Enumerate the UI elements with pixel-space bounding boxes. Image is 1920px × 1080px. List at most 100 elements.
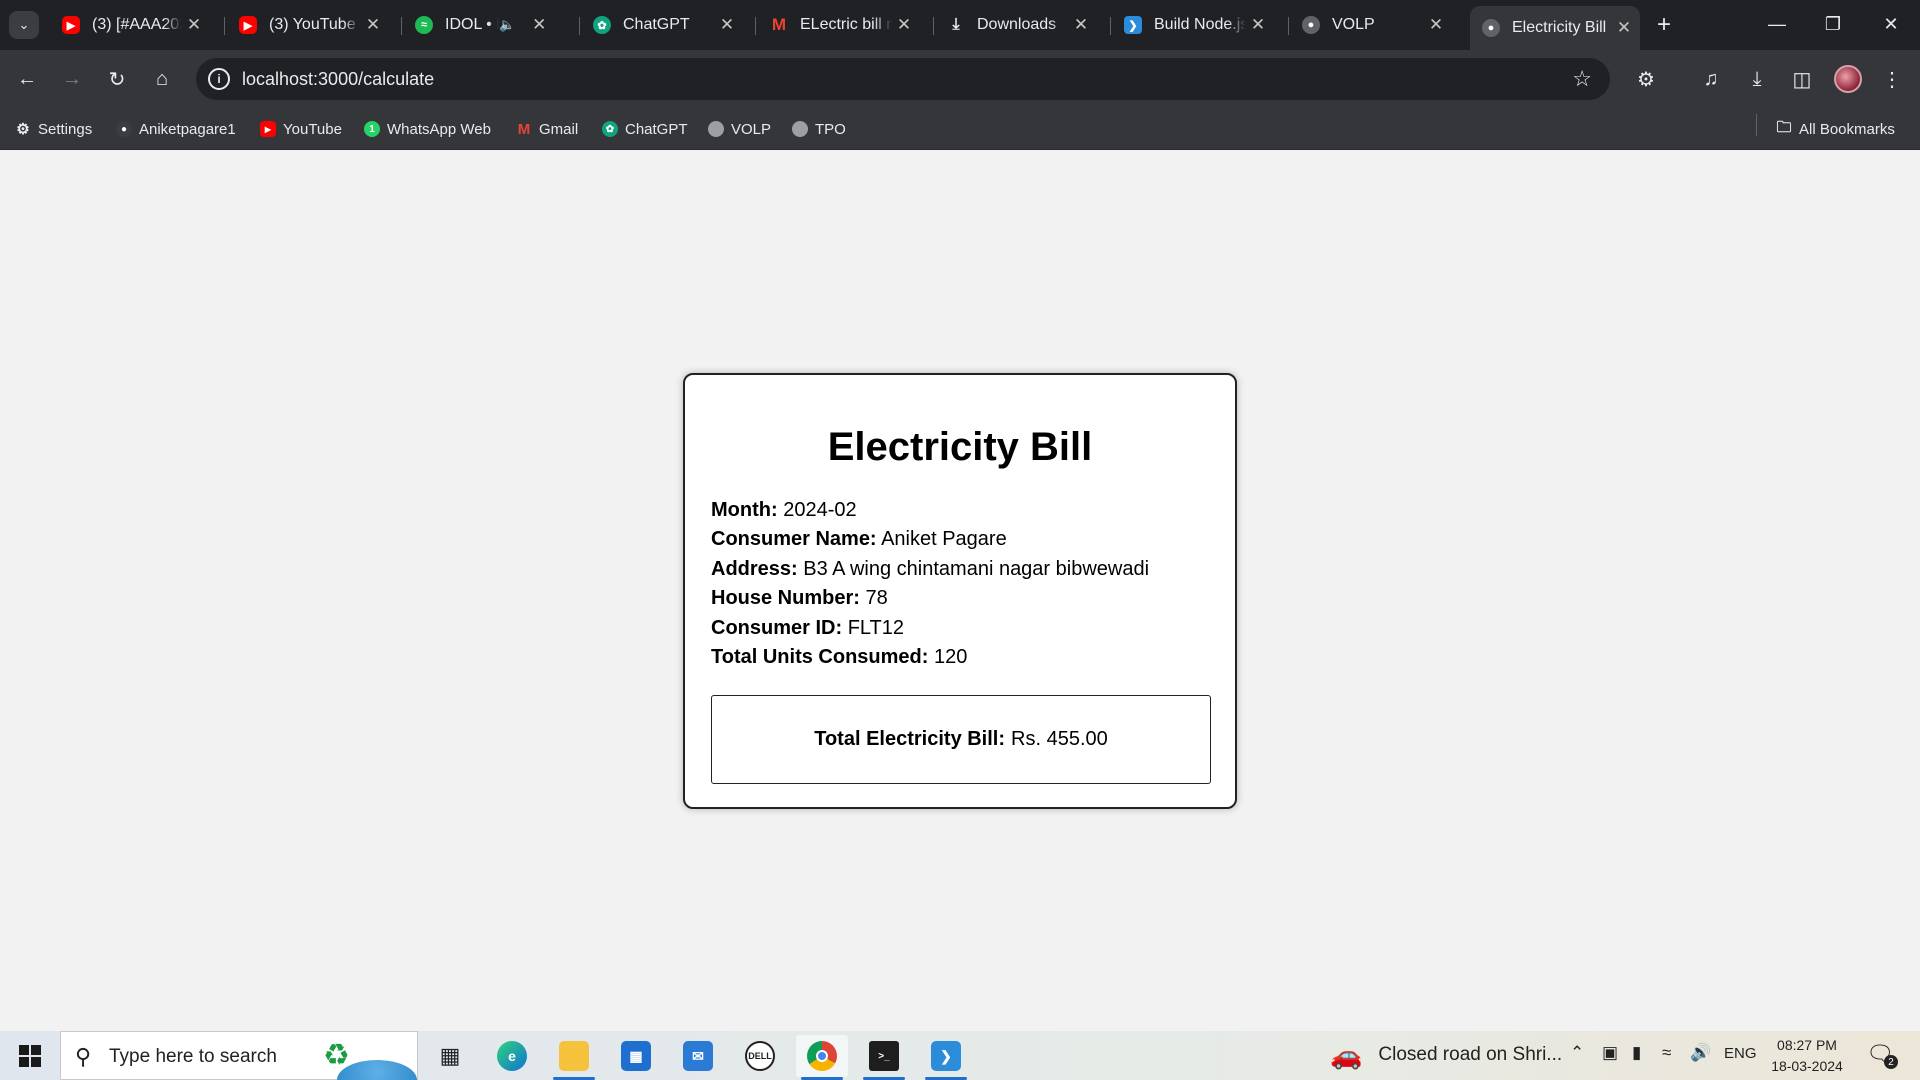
taskbar-chrome[interactable] [796, 1035, 848, 1080]
start-button[interactable] [10, 1041, 50, 1071]
back-button[interactable]: ← [10, 62, 44, 96]
forward-button[interactable]: → [55, 62, 89, 96]
tab-volp[interactable]: ● VOLP ✕ [1290, 8, 1452, 42]
extensions-button[interactable]: ⚙ [1629, 62, 1663, 96]
taskbar-mail[interactable]: ✉ [672, 1035, 724, 1077]
wifi-icon[interactable]: ≈ [1662, 1043, 1671, 1063]
language-indicator[interactable]: ENG [1724, 1045, 1757, 1062]
downloads-button[interactable]: ⤓ [1740, 62, 1774, 96]
whatsapp-icon: 1 [364, 121, 380, 137]
meet-now-icon[interactable]: ▣ [1602, 1043, 1618, 1063]
bill-details: Month: 2024-02 Consumer Name: Aniket Pag… [711, 496, 1149, 672]
tab-youtube-1[interactable]: ▶ (3) [#AAA202 ✕ [50, 8, 210, 42]
reload-button[interactable]: ↻ [100, 62, 134, 96]
all-bookmarks[interactable]: 🗀 All Bookmarks [1776, 117, 1894, 141]
bookmark-gmail[interactable]: M Gmail [516, 117, 578, 141]
youtube-icon: ▶ [239, 16, 257, 34]
taskbar-vscode[interactable]: ❯ [920, 1035, 972, 1080]
chevron-down-icon: ⌄ [18, 17, 30, 32]
taskbar-edge[interactable]: e [486, 1035, 538, 1077]
taskbar-file-explorer[interactable] [548, 1035, 600, 1080]
month-label: Month: [711, 499, 778, 521]
volume-icon[interactable]: 🔊 [1690, 1043, 1711, 1063]
address-value: B3 A wing chintamani nagar bibwewadi [803, 557, 1150, 580]
puzzle-icon: ⚙ [1637, 68, 1655, 91]
tab-youtube-2[interactable]: ▶ (3) YouTube ✕ [227, 8, 389, 42]
store-icon: ▦ [621, 1041, 651, 1071]
consumer-id-label: Consumer ID: [711, 616, 843, 639]
bookmark-volp[interactable]: VOLP [708, 117, 771, 141]
close-icon[interactable]: ✕ [715, 15, 739, 35]
house-number-label: House Number: [711, 587, 860, 610]
menu-button[interactable]: ⋮ [1875, 62, 1909, 96]
tab-gmail[interactable]: M ELectric bill n ✕ [758, 8, 920, 42]
tab-vscode[interactable]: ❯ Build Node.js ✕ [1112, 8, 1274, 42]
bookmark-settings[interactable]: ⚙ Settings [15, 117, 92, 141]
taskbar-store[interactable]: ▦ [610, 1035, 662, 1077]
close-icon[interactable]: ✕ [527, 15, 551, 35]
side-panel-button[interactable]: ◫ [1785, 62, 1819, 96]
consumer-name-row: Consumer Name: Aniket Pagare [711, 525, 1149, 554]
task-view-button[interactable]: ▦ [424, 1035, 476, 1077]
bookmark-chatgpt[interactable]: ✿ ChatGPT [602, 117, 688, 141]
restore-button[interactable]: ❐ [1808, 6, 1858, 42]
close-icon[interactable]: ✕ [1424, 15, 1448, 35]
media-controls-button[interactable]: ♫ [1694, 62, 1728, 96]
close-icon[interactable]: ✕ [892, 15, 916, 35]
arrow-right-icon: → [62, 67, 82, 90]
bookmark-youtube[interactable]: ▶ YouTube [260, 117, 342, 141]
close-icon[interactable]: ✕ [361, 15, 385, 35]
taskbar-clock[interactable]: 08:27 PM 18-03-2024 [1766, 1035, 1848, 1077]
gear-icon: ⚙ [16, 121, 30, 138]
address-row: Address: B3 A wing chintamani nagar bibw… [711, 555, 1149, 584]
bookmark-whatsapp-web[interactable]: 1 WhatsApp Web [364, 117, 491, 141]
tab-title: (3) [#AAA202 [92, 16, 182, 33]
side-panel-icon: ◫ [1792, 68, 1812, 91]
github-icon: ● [116, 121, 132, 137]
plus-icon: + [1656, 11, 1671, 38]
news-widget[interactable]: 🚗 Closed road on Shri... [1330, 1037, 1562, 1073]
bookmark-tpo[interactable]: TPO [792, 117, 846, 141]
tab-chatgpt[interactable]: ✿ ChatGPT ✕ [581, 8, 743, 42]
terminal-icon: >_ [869, 1041, 899, 1071]
new-tab-button[interactable]: + [1650, 11, 1678, 39]
home-button[interactable]: ⌂ [145, 62, 179, 96]
tab-title: VOLP [1332, 16, 1375, 33]
minimize-button[interactable]: — [1752, 6, 1802, 42]
profile-avatar[interactable] [1834, 65, 1862, 93]
battery-icon[interactable]: ▮ [1632, 1043, 1641, 1063]
taskbar-terminal[interactable]: >_ [858, 1035, 910, 1080]
taskbar-search[interactable]: ⚲ Type here to search ♻ [60, 1031, 418, 1080]
site-info-icon[interactable]: i [208, 68, 230, 90]
chatgpt-icon: ✿ [602, 121, 618, 137]
chrome-icon [807, 1041, 837, 1071]
tab-separator [1110, 17, 1111, 35]
bill-title: Electricity Bill [827, 425, 1093, 469]
close-window-button[interactable]: ✕ [1866, 6, 1916, 42]
consumer-id-value: FLT12 [847, 616, 905, 639]
bookmark-star-icon[interactable]: ☆ [1572, 66, 1592, 92]
tab-title: IDOL • BTS [445, 16, 499, 33]
youtube-icon: ▶ [62, 16, 80, 34]
tab-electricity-bill[interactable]: ● Electricity Bill ✕ [1470, 6, 1640, 50]
close-icon[interactable]: ✕ [1246, 15, 1270, 35]
close-icon[interactable]: ✕ [1069, 15, 1093, 35]
show-hidden-icons-button[interactable]: ⌃ [1570, 1043, 1584, 1063]
task-view-icon: ▦ [439, 1043, 461, 1068]
url-text[interactable]: localhost:3000/calculate [242, 69, 434, 90]
close-icon[interactable]: ✕ [182, 15, 206, 35]
tab-search-button[interactable]: ⌄ [9, 11, 39, 39]
tab-downloads[interactable]: ⤓ Downloads ✕ [935, 8, 1097, 42]
taskbar-dell[interactable]: DELL [734, 1035, 786, 1077]
home-icon: ⌂ [155, 67, 169, 90]
close-icon[interactable]: ✕ [1612, 18, 1636, 38]
speaker-icon[interactable]: 🔈 [499, 17, 515, 33]
globe-icon: ● [1482, 19, 1500, 37]
news-text: Closed road on Shri... [1378, 1044, 1563, 1065]
kebab-menu-icon: ⋮ [1882, 68, 1902, 91]
bookmark-aniketpagare1[interactable]: ● Aniketpagare1 [116, 117, 236, 141]
tab-spotify[interactable]: ≈ IDOL • BTS 🔈 ✕ [403, 8, 565, 42]
notification-count-badge: 2 [1884, 1055, 1898, 1069]
address-bar[interactable]: i localhost:3000/calculate ☆ [196, 58, 1610, 100]
month-row: Month: 2024-02 [711, 496, 1149, 525]
